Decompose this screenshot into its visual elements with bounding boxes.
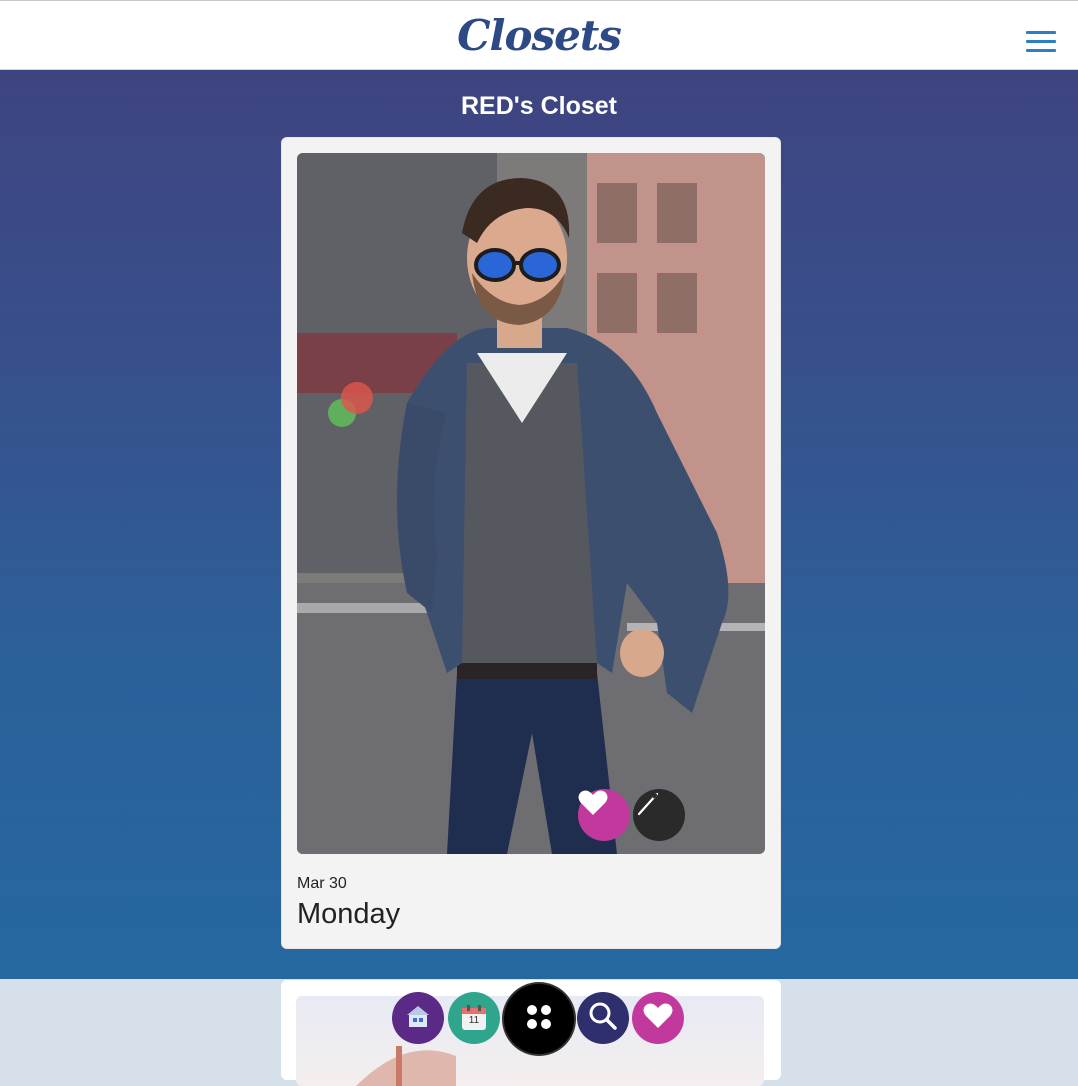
hamburger-line <box>1026 49 1056 52</box>
edit-needle-button[interactable] <box>633 789 685 841</box>
hamburger-icon <box>1026 31 1056 34</box>
closet-section: RED's Closet Mar 30 Monday <box>0 70 1078 979</box>
favorites-button[interactable] <box>632 992 684 1044</box>
search-button[interactable] <box>577 992 629 1044</box>
outfit-card[interactable]: Mar 30 Monday <box>281 137 781 949</box>
hamburger-line <box>1026 40 1056 43</box>
closet-title: RED's Closet <box>461 92 617 120</box>
outfit-date: Mar 30 <box>297 875 347 892</box>
apps-menu-button[interactable] <box>504 984 574 1054</box>
calendar-day-label: 11 <box>468 1015 480 1026</box>
home-button[interactable] <box>392 992 444 1044</box>
outfit-day: Monday <box>297 898 401 930</box>
calendar-button[interactable]: 11 <box>448 992 500 1044</box>
apps-icon <box>521 999 557 1039</box>
outfit-photo-illustration <box>297 153 765 854</box>
home-icon <box>403 1001 433 1035</box>
like-button[interactable] <box>578 789 630 841</box>
top-navbar: Closets <box>0 0 1078 70</box>
hamburger-menu-button[interactable] <box>1024 29 1058 55</box>
calendar-icon: 11 <box>459 1003 489 1033</box>
outfit-photo[interactable] <box>297 153 765 854</box>
search-icon <box>587 1000 619 1036</box>
closets-logo[interactable]: Closets <box>0 11 1078 60</box>
heart-icon <box>643 1002 673 1034</box>
